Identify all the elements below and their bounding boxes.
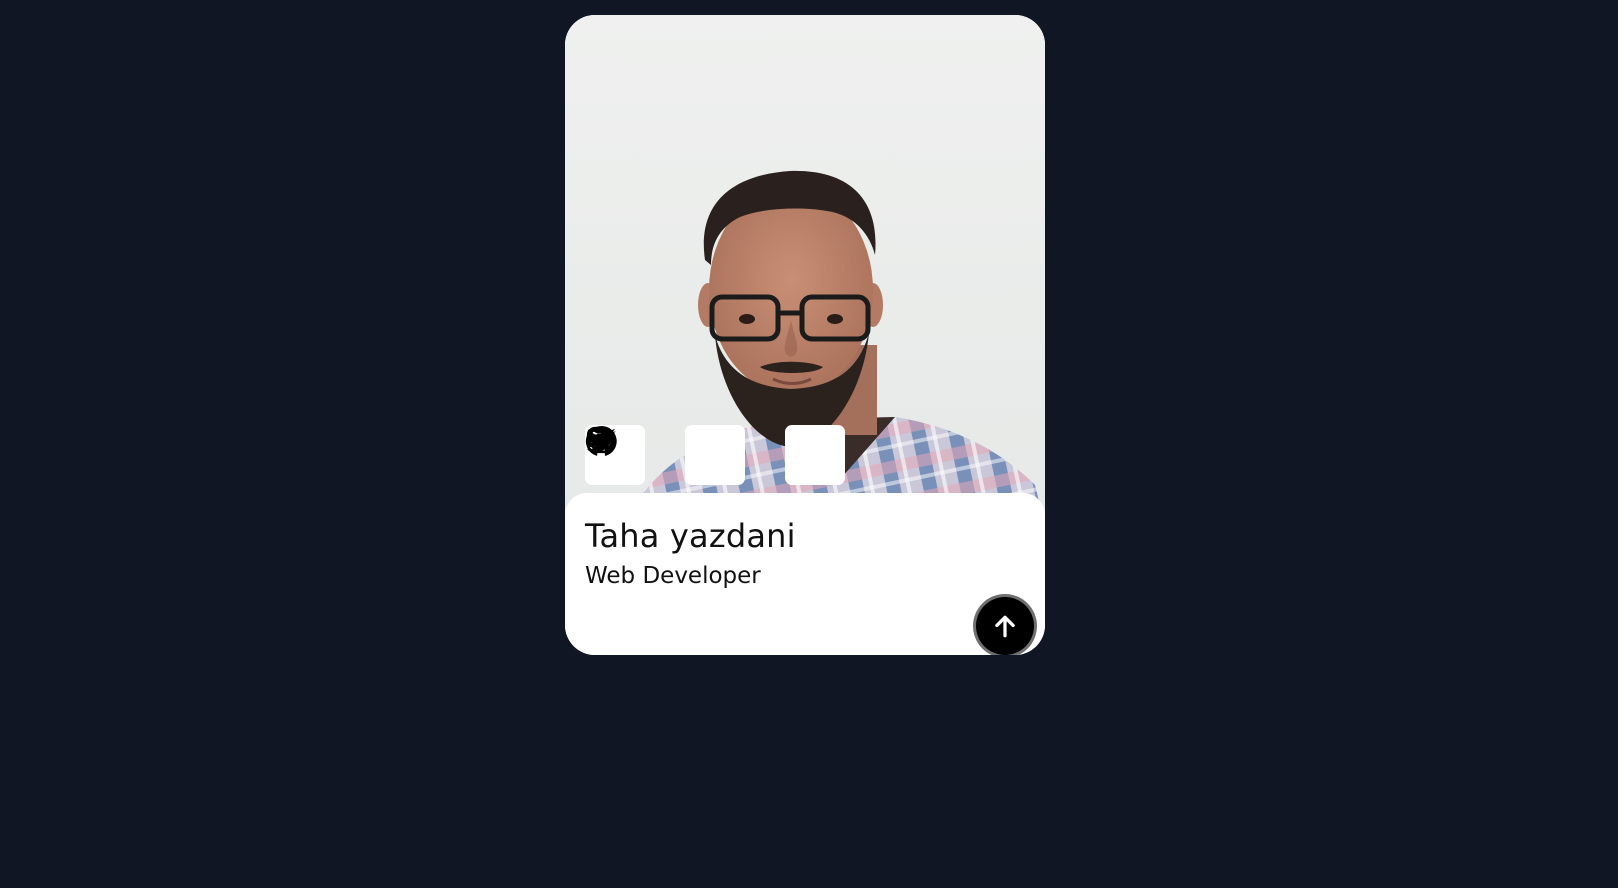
arrow-up-icon [995,615,1015,638]
twitter-button[interactable] [586,425,745,485]
github-button[interactable] [585,425,845,485]
social-links [585,425,845,485]
profile-info-panel: Taha yazdani Web Developer [565,493,1045,655]
profile-photo [565,15,1045,525]
expand-button[interactable] [976,597,1034,655]
profile-role: Web Developer [585,563,761,589]
github-icon [585,426,617,456]
profile-card: Taha yazdani Web Developer [565,15,1045,655]
profile-name: Taha yazdani [585,517,796,555]
